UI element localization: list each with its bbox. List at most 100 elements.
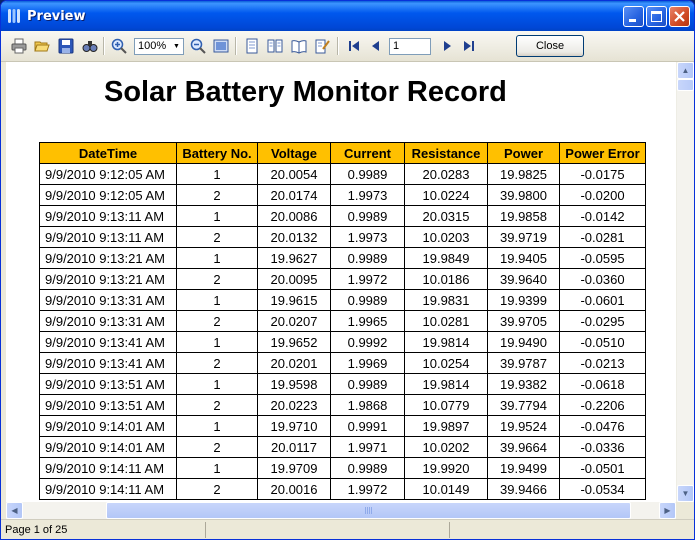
toolbar-separator bbox=[103, 37, 105, 55]
cell-voltage: 20.0086 bbox=[257, 205, 331, 227]
table-row: 9/9/2010 9:14:01 AM 1 19.9710 0.9991 19.9897… bbox=[39, 415, 646, 437]
table-row: 9/9/2010 9:13:21 AM 2 20.0095 1.9972 10.0186… bbox=[39, 268, 646, 290]
cell-current: 0.9989 bbox=[330, 373, 405, 395]
cell-datetime: 9/9/2010 9:13:51 AM bbox=[39, 394, 177, 416]
open-folder-icon[interactable] bbox=[34, 38, 50, 54]
cell-current: 1.9972 bbox=[330, 268, 405, 290]
cell-datetime: 9/9/2010 9:12:05 AM bbox=[39, 184, 177, 206]
cell-power: 19.9382 bbox=[487, 373, 560, 395]
cell-power: 19.9490 bbox=[487, 331, 560, 353]
column-header-resistance: Resistance bbox=[404, 142, 488, 164]
status-panel bbox=[206, 522, 450, 538]
full-screen-icon[interactable] bbox=[213, 38, 229, 54]
scroll-down-icon[interactable]: ▼ bbox=[677, 485, 694, 502]
close-button[interactable]: Close bbox=[516, 35, 584, 57]
cell-power: 39.9705 bbox=[487, 310, 560, 332]
column-header-current: Current bbox=[330, 142, 405, 164]
cell-current: 0.9991 bbox=[330, 415, 405, 437]
page-status: Page 1 of 25 bbox=[1, 522, 206, 538]
cell-power: 39.9664 bbox=[487, 436, 560, 458]
cell-power-error: -0.0501 bbox=[559, 457, 646, 479]
scrollbar-corner bbox=[676, 502, 693, 519]
chevron-down-icon[interactable]: ▼ bbox=[171, 40, 182, 53]
horizontal-scrollbar[interactable]: ◀ ▶ bbox=[6, 502, 676, 519]
cell-power-error: -0.0213 bbox=[559, 352, 646, 374]
cell-power-error: -0.0200 bbox=[559, 184, 646, 206]
cell-power-error: -0.2206 bbox=[559, 394, 646, 416]
cell-battery-no: 1 bbox=[176, 289, 258, 311]
cell-power: 39.9466 bbox=[487, 478, 560, 500]
cell-current: 1.9868 bbox=[330, 394, 405, 416]
single-page-icon[interactable] bbox=[244, 38, 260, 54]
cell-power-error: -0.0601 bbox=[559, 289, 646, 311]
cell-power-error: -0.0281 bbox=[559, 226, 646, 248]
cell-power: 19.9399 bbox=[487, 289, 560, 311]
column-header-voltage: Voltage bbox=[257, 142, 331, 164]
cell-voltage: 20.0016 bbox=[257, 478, 331, 500]
cell-voltage: 20.0223 bbox=[257, 394, 331, 416]
cell-resistance: 20.0283 bbox=[404, 163, 488, 185]
title-bar[interactable]: Preview bbox=[1, 1, 694, 31]
cell-power-error: -0.0476 bbox=[559, 415, 646, 437]
cell-resistance: 10.0224 bbox=[404, 184, 488, 206]
cell-datetime: 9/9/2010 9:13:11 AM bbox=[39, 226, 177, 248]
zoom-out-icon[interactable] bbox=[190, 38, 206, 54]
cell-battery-no: 2 bbox=[176, 352, 258, 374]
scroll-left-icon[interactable]: ◀ bbox=[6, 502, 23, 519]
cell-power: 39.9719 bbox=[487, 226, 560, 248]
next-page-icon[interactable] bbox=[439, 38, 455, 54]
cell-power-error: -0.0142 bbox=[559, 205, 646, 227]
zoom-select[interactable]: 100% ▼ bbox=[134, 38, 184, 55]
cell-power-error: -0.0360 bbox=[559, 268, 646, 290]
cell-battery-no: 2 bbox=[176, 394, 258, 416]
column-header-datetime: DateTime bbox=[39, 142, 177, 164]
preview-page[interactable]: Solar Battery Monitor Record DateTime Ba… bbox=[6, 62, 676, 502]
table-row: 9/9/2010 9:13:51 AM 2 20.0223 1.9868 10.0779… bbox=[39, 394, 646, 416]
toolbar: 100% ▼ 1 bbox=[1, 31, 694, 62]
first-page-icon[interactable] bbox=[346, 38, 362, 54]
preview-window: Preview 100% ▼ 1 Close Solar Battery Mon… bbox=[0, 0, 695, 540]
table-row: 9/9/2010 9:13:41 AM 1 19.9652 0.9992 19.9814… bbox=[39, 331, 646, 353]
find-icon[interactable] bbox=[82, 38, 98, 54]
zoom-in-icon[interactable] bbox=[111, 38, 127, 54]
cell-current: 1.9973 bbox=[330, 184, 405, 206]
book-icon[interactable] bbox=[291, 38, 307, 54]
cell-power: 19.9825 bbox=[487, 163, 560, 185]
status-bar: Page 1 of 25 bbox=[1, 519, 694, 539]
horizontal-scroll-thumb[interactable] bbox=[106, 502, 631, 519]
cell-datetime: 9/9/2010 9:14:11 AM bbox=[39, 478, 177, 500]
cell-datetime: 9/9/2010 9:13:41 AM bbox=[39, 331, 177, 353]
cell-battery-no: 1 bbox=[176, 331, 258, 353]
cell-current: 1.9971 bbox=[330, 436, 405, 458]
last-page-icon[interactable] bbox=[461, 38, 477, 54]
edit-page-icon[interactable] bbox=[314, 38, 330, 54]
close-window-button[interactable] bbox=[669, 6, 690, 27]
save-icon[interactable] bbox=[58, 38, 74, 54]
vertical-scroll-thumb[interactable] bbox=[677, 79, 694, 91]
cell-power-error: -0.0534 bbox=[559, 478, 646, 500]
previous-page-icon[interactable] bbox=[368, 38, 384, 54]
cell-resistance: 10.0149 bbox=[404, 478, 488, 500]
two-pages-icon[interactable] bbox=[267, 38, 283, 54]
cell-current: 0.9992 bbox=[330, 331, 405, 353]
maximize-button[interactable] bbox=[646, 6, 667, 27]
scroll-right-icon[interactable]: ▶ bbox=[659, 502, 676, 519]
cell-datetime: 9/9/2010 9:13:31 AM bbox=[39, 289, 177, 311]
cell-voltage: 19.9627 bbox=[257, 247, 331, 269]
cell-voltage: 20.0174 bbox=[257, 184, 331, 206]
vertical-scrollbar[interactable]: ▲ ▼ bbox=[676, 62, 694, 502]
page-number-input[interactable]: 1 bbox=[389, 38, 431, 55]
cell-battery-no: 2 bbox=[176, 226, 258, 248]
cell-voltage: 19.9652 bbox=[257, 331, 331, 353]
table-row: 9/9/2010 9:13:31 AM 2 20.0207 1.9965 10.0281… bbox=[39, 310, 646, 332]
cell-battery-no: 2 bbox=[176, 436, 258, 458]
scroll-up-icon[interactable]: ▲ bbox=[677, 62, 694, 79]
cell-resistance: 19.9831 bbox=[404, 289, 488, 311]
minimize-icon bbox=[629, 19, 636, 22]
minimize-button[interactable] bbox=[623, 6, 644, 27]
print-icon[interactable] bbox=[11, 38, 27, 54]
data-table: DateTime Battery No. Voltage Current Res… bbox=[39, 142, 646, 500]
cell-battery-no: 2 bbox=[176, 184, 258, 206]
cell-battery-no: 1 bbox=[176, 247, 258, 269]
toolbar-separator bbox=[337, 37, 339, 55]
